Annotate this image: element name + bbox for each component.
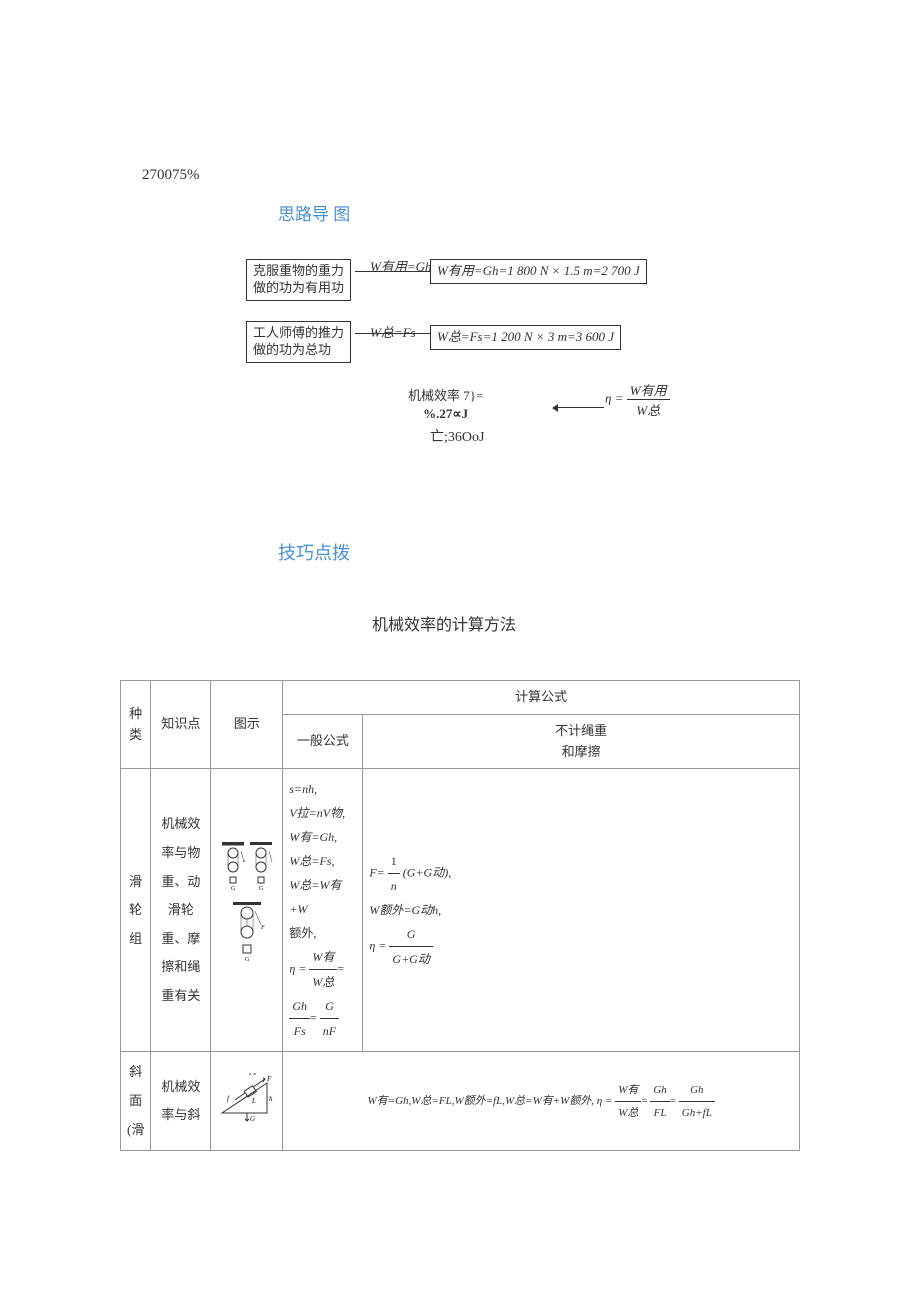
cell-diagram-pulley: G G G [211, 769, 283, 1052]
flow-box-total-work: 工人师傅的推力 做的功为总功 [246, 321, 351, 363]
header-diagram: 图示 [211, 681, 283, 769]
incline-diagram-icon: F f Fs G L h [217, 1073, 277, 1123]
cell-formula-incline: W有=Gh,W总=FL,W额外=fL,W总=W有+W额外, η = W有 W总 … [283, 1052, 800, 1151]
flow-line [355, 271, 430, 272]
heading-flow: 思路导 图 [278, 204, 350, 226]
answer-text: 270075% [142, 167, 200, 184]
heading-method: 机械效率的计算方法 [372, 611, 516, 635]
efficiency-fraction: η = W有用 W总 [605, 380, 670, 419]
bracket-text: 亡;36OoJ [430, 426, 484, 446]
flow-label-total: W总=Fs [370, 322, 416, 341]
header-nofriction: 不计绳重 和摩擦 [363, 714, 800, 769]
cell-diagram-incline: F f Fs G L h [211, 1052, 283, 1151]
table-header-row: 种类 知识点 图示 计算公式 [121, 681, 800, 715]
efficiency-text: 机械效率 7}= %.27∝J [408, 387, 483, 423]
table-row-incline: 斜面 (滑 机械效 率与斜 F f Fs G L h W有=Gh,W总=FL,W… [121, 1052, 800, 1151]
svg-text:h: h [269, 1095, 273, 1103]
flow-label-useful: W有用=Gh [370, 256, 432, 275]
svg-text:f: f [227, 1095, 230, 1103]
cell-formula-nofriction-pulley: F= 1n (G+G动), W额外=G动h, η = G G+G动 [363, 769, 800, 1052]
flow-box-useful-work: 克服重物的重力 做的功为有用功 [246, 259, 351, 301]
table-row-pulley: 滑 轮 组 机械效 率与物 重、动 滑轮 重、摩 擦和绳 重有关 G G [121, 769, 800, 1052]
cell-point-pulley: 机械效 率与物 重、动 滑轮 重、摩 擦和绳 重有关 [151, 769, 211, 1052]
method-table: 种类 知识点 图示 计算公式 一般公式 不计绳重 和摩擦 滑 轮 组 机械效 率… [120, 680, 800, 1151]
svg-text:G: G [259, 886, 264, 892]
svg-text:G: G [250, 1115, 255, 1123]
flow-box-useful-calc: W有用=Gh=1 800 N × 1.5 m=2 700 J [430, 259, 647, 284]
arrow-left-icon [556, 407, 604, 408]
pulley-diagram-icon: G G G [217, 837, 277, 977]
cell-type-incline: 斜面 (滑 [121, 1052, 151, 1151]
header-point: 知识点 [151, 681, 211, 769]
header-type: 种类 [121, 681, 151, 769]
cell-point-incline: 机械效 率与斜 [151, 1052, 211, 1151]
header-general: 一般公式 [283, 714, 363, 769]
svg-text:Fs: Fs [248, 1073, 256, 1077]
svg-text:G: G [231, 886, 236, 892]
svg-text:F: F [266, 1075, 272, 1083]
cell-formula-general-pulley: s=nh, V拉=nV物, W有=Gh, W总=Fs, W总=W有+W 额外, … [283, 769, 363, 1052]
svg-text:G: G [245, 957, 250, 963]
heading-tips: 技巧点拨 [278, 539, 350, 565]
flow-line [355, 333, 430, 334]
svg-text:F: F [260, 925, 265, 931]
svg-text:L: L [251, 1097, 256, 1105]
flow-box-total-calc: W总=Fs=1 200 N × 3 m=3 600 J [430, 325, 621, 350]
header-formula: 计算公式 [283, 681, 800, 715]
cell-type-pulley: 滑 轮 组 [121, 769, 151, 1052]
